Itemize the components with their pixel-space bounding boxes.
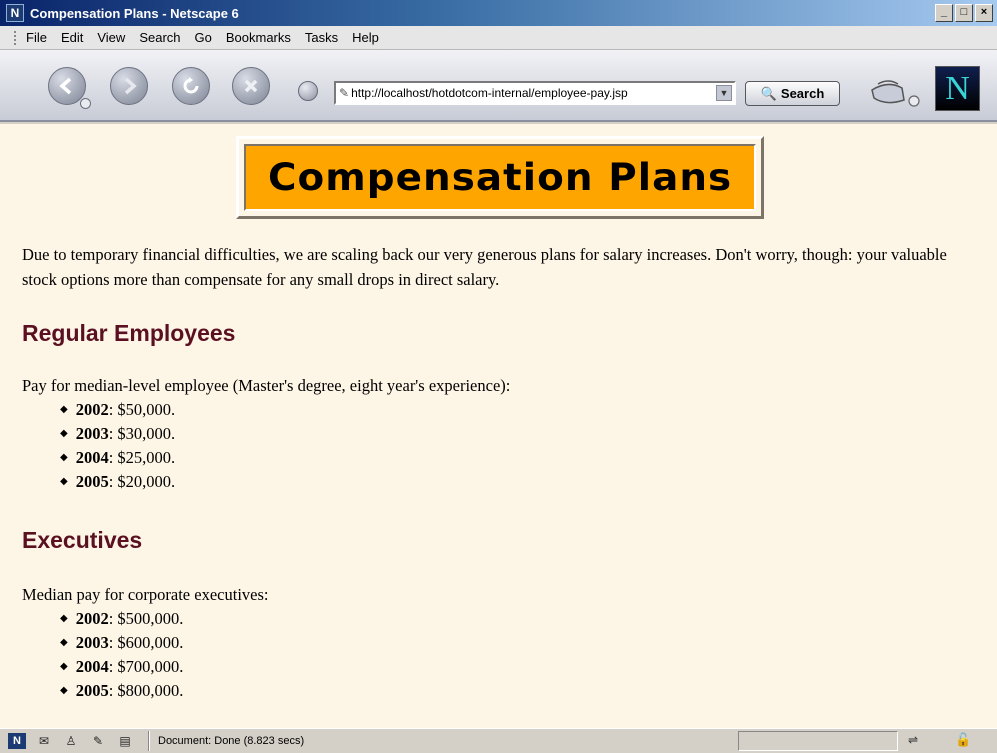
security-lock-icon[interactable]: 🔓	[955, 732, 971, 748]
bullet-icon: ◆	[60, 452, 68, 463]
navigator-icon[interactable]: N	[8, 733, 26, 749]
bullet-icon: ◆	[60, 637, 68, 648]
mail-icon[interactable]: ✉	[35, 733, 53, 749]
list-item: ◆ 2004: $25,000.	[60, 446, 175, 470]
amount: : $800,000.	[108, 681, 184, 700]
netscape-logo[interactable]: N	[935, 66, 980, 111]
year: 2005	[75, 681, 109, 700]
list-item: ◆ 2003: $30,000.	[60, 422, 175, 446]
back-button[interactable]	[48, 67, 91, 109]
menu-bookmarks[interactable]: Bookmarks	[226, 30, 291, 45]
stop-button[interactable]	[232, 67, 270, 105]
menu-grip[interactable]	[14, 30, 18, 45]
intro-paragraph: Due to temporary financial difficulties,…	[22, 245, 947, 289]
banner-frame: Compensation Plans	[236, 136, 764, 219]
banner: Compensation Plans	[244, 144, 756, 211]
amount: : $700,000.	[108, 657, 184, 676]
year: 2005	[75, 472, 109, 491]
bullet-icon: ◆	[60, 685, 68, 696]
executives-lead: Median pay for corporate executives:	[22, 585, 269, 604]
menu-view[interactable]: View	[97, 30, 125, 45]
regular-employees-lead: Pay for median-level employee (Master's …	[22, 376, 511, 395]
amount: : $500,000.	[108, 609, 184, 628]
maximize-button[interactable]: □	[955, 4, 973, 22]
reload-button[interactable]	[172, 67, 210, 105]
list-item: ◆ 2004: $700,000.	[60, 655, 183, 679]
search-icon: 🔍	[760, 85, 777, 101]
menu-tasks[interactable]: Tasks	[305, 30, 338, 45]
url-field[interactable]: ✎ http://localhost/hotdotcom-internal/em…	[334, 81, 736, 105]
forward-button[interactable]	[110, 67, 148, 105]
year: 2002	[75, 609, 109, 628]
online-status-icon[interactable]: ⇌	[908, 733, 918, 747]
status-progress-panel	[738, 731, 898, 751]
executive-pay-list: ◆ 2002: $500,000. ◆ 2003: $600,000. ◆ 2004:…	[60, 607, 183, 703]
menu-help[interactable]: Help	[352, 30, 379, 45]
window-title: Compensation Plans - Netscape 6	[30, 5, 239, 21]
year: 2002	[75, 400, 109, 419]
amount: : $600,000.	[108, 633, 184, 652]
close-button[interactable]: ×	[975, 4, 993, 22]
bullet-icon: ◆	[60, 661, 68, 672]
window-controls: _ □ ×	[935, 4, 993, 22]
year: 2004	[75, 657, 109, 676]
heading-regular-employees: Regular Employees	[22, 320, 236, 346]
bullet-icon: ◆	[60, 404, 68, 415]
menu-bar: File Edit View Search Go Bookmarks Tasks…	[0, 26, 997, 50]
print-icon[interactable]	[868, 76, 926, 108]
list-item: ◆ 2002: $500,000.	[60, 607, 183, 631]
forward-icon	[124, 77, 137, 95]
menu-file[interactable]: File	[26, 30, 47, 45]
title-bar: N Compensation Plans - Netscape 6 _ □ ×	[0, 0, 997, 26]
status-bar: N ✉ ♙ ✎ ▤ Document: Done (8.823 secs) ⇌ …	[0, 728, 997, 753]
menu-search[interactable]: Search	[139, 30, 180, 45]
bullet-icon: ◆	[60, 476, 68, 487]
reload-icon	[183, 77, 199, 94]
back-history-dot[interactable]	[80, 98, 91, 109]
bullet-icon: ◆	[60, 428, 68, 439]
list-item: ◆ 2002: $50,000.	[60, 398, 175, 422]
list-item: ◆ 2003: $600,000.	[60, 631, 183, 655]
list-item: ◆ 2005: $20,000.	[60, 470, 175, 494]
amount: : $20,000.	[108, 472, 176, 491]
navigation-toolbar: ✎ http://localhost/hotdotcom-internal/em…	[0, 50, 997, 122]
page-content: Compensation Plans Due to temporary fina…	[0, 124, 997, 728]
year: 2003	[75, 424, 109, 443]
search-button-label: Search	[780, 86, 825, 101]
back-icon	[59, 77, 72, 95]
amount: : $30,000.	[108, 424, 176, 443]
year: 2003	[75, 633, 109, 652]
netscape-app-icon: N	[6, 4, 24, 22]
bookmark-link-icon[interactable]: ✎	[339, 86, 349, 100]
instant-messenger-icon[interactable]: ♙	[62, 733, 80, 749]
menu-go[interactable]: Go	[195, 30, 212, 45]
regular-pay-list: ◆ 2002: $50,000. ◆ 2003: $30,000. ◆ 2004: $…	[60, 398, 175, 494]
search-button[interactable]: 🔍 Search	[745, 81, 840, 106]
heading-executives: Executives	[22, 527, 143, 553]
url-text[interactable]: http://localhost/hotdotcom-internal/empl…	[351, 86, 628, 100]
composer-icon[interactable]: ✎	[89, 733, 107, 749]
address-book-icon[interactable]: ▤	[116, 733, 134, 749]
minimize-button[interactable]: _	[935, 4, 953, 22]
status-text: Document: Done (8.823 secs)	[158, 735, 305, 747]
status-divider	[148, 731, 150, 751]
page-title: Compensation Plans	[267, 156, 733, 199]
bullet-icon: ◆	[60, 613, 68, 624]
amount: : $25,000.	[108, 448, 176, 467]
page-proxy-icon[interactable]	[298, 81, 318, 101]
year: 2004	[75, 448, 109, 467]
url-dropdown-icon[interactable]: ▼	[716, 85, 732, 101]
menu-edit[interactable]: Edit	[61, 30, 83, 45]
list-item: ◆ 2005: $800,000.	[60, 679, 183, 703]
amount: : $50,000.	[108, 400, 176, 419]
stop-icon	[244, 79, 258, 93]
